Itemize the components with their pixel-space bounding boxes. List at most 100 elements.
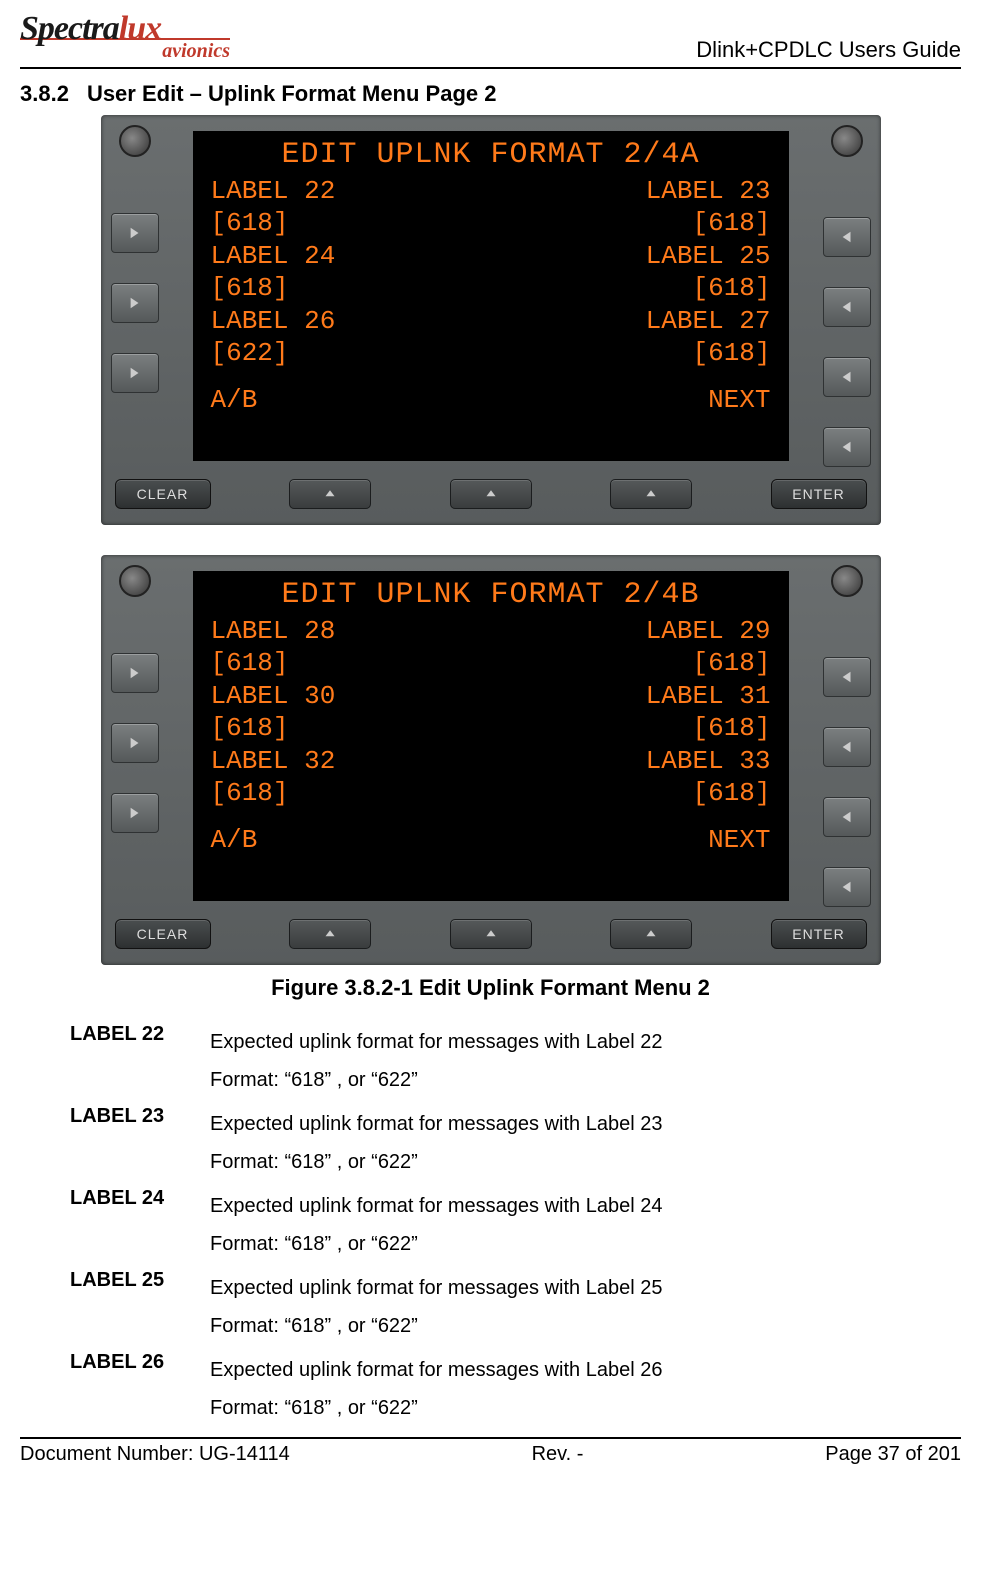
screen-cell-right: [618]	[692, 647, 770, 680]
line-select-key-left[interactable]	[111, 793, 159, 833]
definition-row: LABEL 22Expected uplink format for messa…	[70, 1023, 921, 1099]
line-select-key-next[interactable]	[823, 867, 871, 907]
definition-term: LABEL 23	[70, 1105, 210, 1181]
line-select-key-right[interactable]	[823, 217, 871, 257]
screen-cell-left: LABEL 26	[211, 305, 336, 338]
rocker-button[interactable]	[450, 479, 532, 509]
annunciator-light	[119, 125, 151, 157]
screen-row: LABEL 32 LABEL 33	[211, 745, 771, 778]
screen-cell-left: LABEL 24	[211, 240, 336, 273]
logo: Spectralux avionics	[20, 10, 235, 63]
screen-cell-left: LABEL 32	[211, 745, 336, 778]
screen-row: [618] [618]	[211, 777, 771, 810]
line-select-key-left[interactable]	[111, 723, 159, 763]
section-heading: 3.8.2 User Edit – Uplink Format Menu Page…	[20, 81, 961, 107]
annunciator-light	[831, 565, 863, 597]
screen-cell-left: LABEL 30	[211, 680, 336, 713]
line-select-key-left[interactable]	[111, 353, 159, 393]
enter-button[interactable]: ENTER	[771, 919, 867, 949]
screen-cell-right: LABEL 29	[646, 615, 771, 648]
screen-row: [618] [618]	[211, 207, 771, 240]
page-header: Spectralux avionics Dlink+CPDLC Users Gu…	[20, 10, 961, 69]
definition-term: LABEL 25	[70, 1269, 210, 1345]
line-select-key-right[interactable]	[823, 657, 871, 697]
footer-right: Page 37 of 201	[825, 1443, 961, 1466]
screen-cell-left: [618]	[211, 647, 289, 680]
definition-row: LABEL 24Expected uplink format for messa…	[70, 1187, 921, 1263]
mcdu-bezel: EDIT UPLNK FORMAT 2/4BLABEL 28LABEL 29[6…	[101, 555, 881, 965]
screen-cell-left: [622]	[211, 337, 289, 370]
definition-term: LABEL 22	[70, 1023, 210, 1099]
rocker-button[interactable]	[610, 479, 692, 509]
screen-cell-right: [618]	[692, 777, 770, 810]
line-select-key-right[interactable]	[823, 727, 871, 767]
section-title: User Edit – Uplink Format Menu Page 2	[87, 81, 497, 106]
screen-foot-left: A/B	[211, 384, 258, 417]
screen-row: LABEL 22 LABEL 23	[211, 175, 771, 208]
screen-row: LABEL 28 LABEL 29	[211, 615, 771, 648]
footer-left: Document Number: UG-14114	[20, 1443, 290, 1466]
rocker-button[interactable]	[289, 919, 371, 949]
screen-cell-right: LABEL 27	[646, 305, 771, 338]
screen-footer-row: A/BNEXT	[211, 384, 771, 417]
screen-cell-left: LABEL 28	[211, 615, 336, 648]
page-footer: Document Number: UG-14114 Rev. - Page 37…	[20, 1437, 961, 1466]
definition-row: LABEL 23Expected uplink format for messa…	[70, 1105, 921, 1181]
definition-row: LABEL 26Expected uplink format for messa…	[70, 1351, 921, 1427]
screen-cell-right: LABEL 33	[646, 745, 771, 778]
mcdu-bezel: EDIT UPLNK FORMAT 2/4ALABEL 22LABEL 23[6…	[101, 115, 881, 525]
clear-button[interactable]: CLEAR	[115, 919, 211, 949]
logo-text-b: lux	[119, 10, 161, 47]
rocker-button[interactable]	[450, 919, 532, 949]
rocker-button[interactable]	[610, 919, 692, 949]
enter-button[interactable]: ENTER	[771, 479, 867, 509]
definitions-list: LABEL 22Expected uplink format for messa…	[70, 1023, 921, 1427]
line-select-key-right[interactable]	[823, 357, 871, 397]
section-number: 3.8.2	[20, 81, 69, 106]
screen-cell-right: [618]	[692, 272, 770, 305]
line-select-key-left[interactable]	[111, 653, 159, 693]
annunciator-light	[831, 125, 863, 157]
screen-cell-left: LABEL 22	[211, 175, 336, 208]
annunciator-light	[119, 565, 151, 597]
definition-desc: Expected uplink format for messages with…	[210, 1105, 921, 1181]
screen-foot-left: A/B	[211, 824, 258, 857]
screen-row: LABEL 30 LABEL 31	[211, 680, 771, 713]
screen-cell-right: LABEL 23	[646, 175, 771, 208]
definition-desc: Expected uplink format for messages with…	[210, 1187, 921, 1263]
screen-row: LABEL 24 LABEL 25	[211, 240, 771, 273]
screen-cell-right: LABEL 31	[646, 680, 771, 713]
screen-row: [618] [618]	[211, 712, 771, 745]
definition-desc: Expected uplink format for messages with…	[210, 1023, 921, 1099]
mcdu-screen: EDIT UPLNK FORMAT 2/4BLABEL 28LABEL 29[6…	[193, 571, 789, 901]
mcdu-screen: EDIT UPLNK FORMAT 2/4ALABEL 22LABEL 23[6…	[193, 131, 789, 461]
definition-term: LABEL 24	[70, 1187, 210, 1263]
definition-term: LABEL 26	[70, 1351, 210, 1427]
definition-desc: Expected uplink format for messages with…	[210, 1351, 921, 1427]
screen-row: [618] [618]	[211, 647, 771, 680]
document-title: Dlink+CPDLC Users Guide	[696, 37, 961, 63]
logo-text-a: Spectra	[20, 10, 119, 47]
screen-foot-right: NEXT	[708, 824, 770, 857]
screen-footer-row: A/B NEXT	[211, 824, 771, 857]
screen-cell-left: [618]	[211, 207, 289, 240]
line-select-key-next[interactable]	[823, 427, 871, 467]
screen-title: EDIT UPLNK FORMAT 2/4B	[211, 577, 771, 615]
figure-caption: Figure 3.8.2-1 Edit Uplink Formant Menu …	[20, 975, 961, 1001]
screen-row: LABEL 26 LABEL 27	[211, 305, 771, 338]
screen-cell-left: [618]	[211, 777, 289, 810]
screen-cell-right: [618]	[692, 712, 770, 745]
screen-cell-right: [618]	[692, 207, 770, 240]
line-select-key-left[interactable]	[111, 283, 159, 323]
footer-center: Rev. -	[532, 1443, 584, 1466]
line-select-key-left[interactable]	[111, 213, 159, 253]
line-select-key-right[interactable]	[823, 287, 871, 327]
line-select-key-right[interactable]	[823, 797, 871, 837]
screen-row: [618] [618]	[211, 272, 771, 305]
screen-cell-left: [618]	[211, 712, 289, 745]
screen-cell-right: [618]	[692, 337, 770, 370]
clear-button[interactable]: CLEAR	[115, 479, 211, 509]
screen-cell-right: LABEL 25	[646, 240, 771, 273]
screen-cell-left: [618]	[211, 272, 289, 305]
rocker-button[interactable]	[289, 479, 371, 509]
